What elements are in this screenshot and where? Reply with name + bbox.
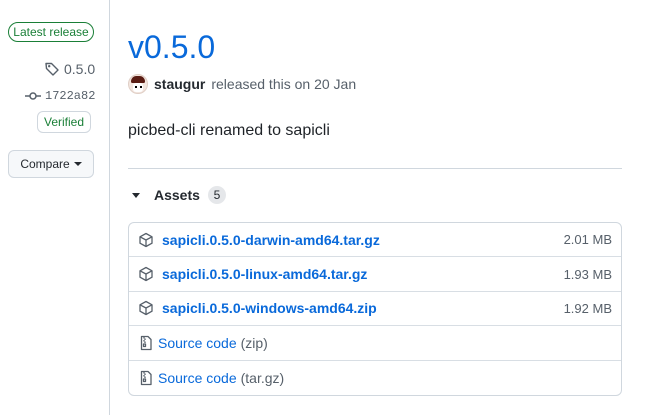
author-link[interactable]: staugur [154,76,205,92]
package-icon [139,232,153,247]
asset-row: sapicli.0.5.0-darwin-amd64.tar.gz 2.01 M… [129,223,621,258]
commit-sha: 1722a82 [45,89,96,103]
commit-link[interactable]: 1722a82 [25,88,95,104]
assets-list: sapicli.0.5.0-darwin-amd64.tar.gz 2.01 M… [128,222,622,396]
file-zip-icon [140,335,152,351]
released-text: released this on 20 Jan [211,76,357,92]
verified-badge[interactable]: Verified [37,111,91,133]
release-meta: staugur released this on 20 Jan [128,74,356,94]
asset-download-link[interactable]: sapicli.0.5.0-linux-amd64.tar.gz [162,266,367,282]
section-divider [128,168,622,169]
source-row: Source code (tar.gz) [129,361,621,395]
tag-link[interactable]: 0.5.0 [44,61,95,77]
assets-count: 5 [207,186,226,204]
compare-label: Compare [20,157,70,171]
assets-heading: Assets [154,187,200,203]
asset-size: 1.93 MB [563,266,612,282]
compare-button[interactable]: Compare [8,150,94,178]
avatar[interactable] [128,74,148,94]
source-kind: (tar.gz) [240,369,285,386]
asset-row: sapicli.0.5.0-linux-amd64.tar.gz 1.93 MB [129,257,621,292]
tag-icon [45,62,59,76]
caret-down-icon [73,162,82,166]
latest-release-badge: Latest release [8,22,94,42]
asset-row: sapicli.0.5.0-windows-amd64.zip 1.92 MB [129,292,621,327]
triangle-down-icon [132,192,140,198]
asset-download-link[interactable]: sapicli.0.5.0-darwin-amd64.tar.gz [162,232,380,248]
asset-size: 1.92 MB [563,300,612,316]
git-commit-icon [25,92,41,100]
source-code-targz-link[interactable]: Source code [158,370,237,386]
source-row: Source code (zip) [129,326,621,361]
asset-download-link[interactable]: sapicli.0.5.0-windows-amd64.zip [162,300,377,316]
assets-toggle[interactable]: Assets 5 [128,186,226,204]
release-title[interactable]: v0.5.0 [128,27,215,67]
asset-size: 2.01 MB [563,232,612,248]
source-code-zip-link[interactable]: Source code [158,335,237,351]
sidebar-divider [109,0,110,415]
source-kind: (zip) [240,334,268,351]
tag-name: 0.5.0 [64,61,96,77]
release-body: picbed-cli renamed to sapicli [128,122,330,139]
release-sidebar: Latest release 0.5.0 1722a82 Verified Co… [0,0,110,415]
package-icon [139,266,153,282]
package-icon [139,301,153,316]
file-zip-icon [140,370,152,385]
